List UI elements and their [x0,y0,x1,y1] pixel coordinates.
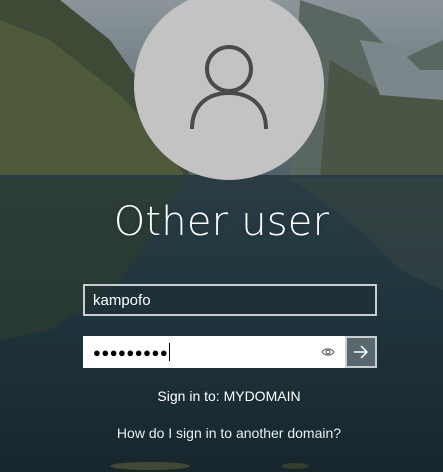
password-field[interactable]: ●●●●●●●●● [83,336,345,368]
submit-button[interactable] [345,336,377,368]
account-name: Other user [113,199,330,245]
user-silhouette-icon [190,44,268,129]
username-field[interactable]: kampofo [83,284,377,316]
text-caret [169,343,171,361]
sign-in-domain-label: Sign in to: MYDOMAIN [157,388,301,404]
arrow-right-icon [354,345,369,359]
other-domain-link[interactable]: How do I sign in to another domain? [0,425,443,441]
username-value: kampofo [93,291,151,309]
eye-icon[interactable] [321,346,335,358]
password-mask: ●●●●●●●●● [93,344,169,360]
